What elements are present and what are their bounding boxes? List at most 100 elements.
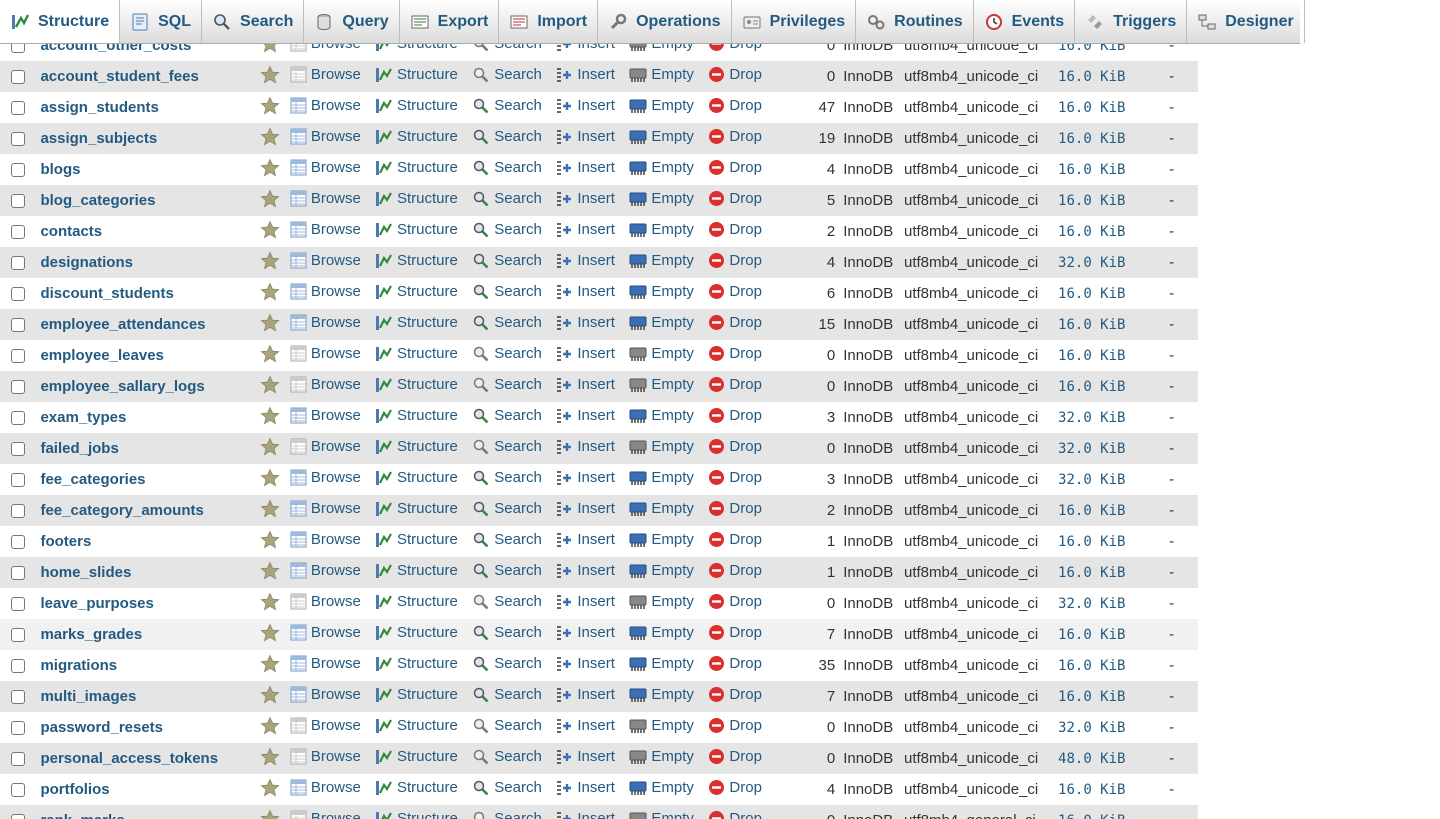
structure-link[interactable]: Structure [375,531,458,549]
insert-link[interactable]: Insert [555,624,615,642]
row-checkbox[interactable] [11,751,25,766]
structure-link[interactable]: Structure [375,593,458,611]
search-link[interactable]: Search [472,407,542,425]
star-icon[interactable] [259,654,280,674]
table-row[interactable]: marks_grades Browse Structure Search Insert E… [0,619,1198,650]
empty-link[interactable]: Empty [629,469,694,487]
search-link[interactable]: Search [472,469,542,487]
row-checkbox[interactable] [11,782,25,797]
empty-link[interactable]: Empty [629,221,694,239]
empty-link[interactable]: Empty [629,810,694,819]
empty-link[interactable]: Empty [629,97,694,115]
row-checkbox[interactable] [11,503,25,518]
empty-link[interactable]: Empty [629,593,694,611]
row-checkbox[interactable] [11,627,25,642]
insert-link[interactable]: Insert [555,810,615,819]
empty-link[interactable]: Empty [629,779,694,797]
browse-link[interactable]: Browse [290,66,361,83]
insert-link[interactable]: Insert [555,779,615,797]
table-name-link[interactable]: marks_grades [34,619,249,650]
insert-link[interactable]: Insert [555,748,615,766]
empty-link[interactable]: Empty [629,128,694,146]
table-name-link[interactable]: fee_categories [34,464,249,495]
table-name-link[interactable]: employee_sallary_logs [34,371,249,402]
drop-link[interactable]: Drop [708,810,762,819]
browse-link[interactable]: Browse [290,407,361,424]
row-checkbox[interactable] [11,193,25,208]
row-checkbox[interactable] [11,317,25,332]
search-link[interactable]: Search [472,66,542,84]
star-icon[interactable] [259,189,280,209]
star-icon[interactable] [259,406,280,426]
browse-link[interactable]: Browse [290,438,361,455]
search-link[interactable]: Search [472,345,542,363]
search-link[interactable]: Search [472,717,542,735]
row-checkbox[interactable] [11,410,25,425]
empty-link[interactable]: Empty [629,624,694,642]
drop-link[interactable]: Drop [708,128,762,145]
tab-sql[interactable]: SQL [120,0,203,43]
table-name-link[interactable]: blogs [34,154,249,185]
row-checkbox[interactable] [11,131,25,146]
star-icon[interactable] [259,561,280,581]
star-icon[interactable] [259,313,280,333]
browse-link[interactable]: Browse [290,97,361,114]
table-row[interactable]: exam_types Browse Structure Search Insert Emp… [0,402,1198,433]
drop-link[interactable]: Drop [708,252,762,269]
empty-link[interactable]: Empty [629,345,694,363]
search-link[interactable]: Search [472,686,542,704]
row-checkbox[interactable] [11,689,25,704]
star-icon[interactable] [259,96,280,116]
structure-link[interactable]: Structure [375,345,458,363]
drop-link[interactable]: Drop [708,314,762,331]
table-name-link[interactable]: account_student_fees [34,61,249,92]
structure-link[interactable]: Structure [375,438,458,456]
star-icon[interactable] [259,437,280,457]
browse-link[interactable]: Browse [290,345,361,362]
structure-link[interactable]: Structure [375,221,458,239]
empty-link[interactable]: Empty [629,438,694,456]
drop-link[interactable]: Drop [708,624,762,641]
row-checkbox[interactable] [11,255,25,270]
browse-link[interactable]: Browse [290,252,361,269]
drop-link[interactable]: Drop [708,562,762,579]
table-row[interactable]: footers Browse Structure Search Insert Empty D… [0,526,1198,557]
table-row[interactable]: assign_subjects Browse Structure Search Inse… [0,123,1198,154]
row-checkbox[interactable] [11,348,25,363]
tab-structure[interactable]: Structure [0,0,121,43]
insert-link[interactable]: Insert [555,655,615,673]
insert-link[interactable]: Insert [555,128,615,146]
browse-link[interactable]: Browse [290,717,361,734]
drop-link[interactable]: Drop [708,97,762,114]
structure-link[interactable]: Structure [375,66,458,84]
empty-link[interactable]: Empty [629,500,694,518]
table-row[interactable]: contacts Browse Structure Search Insert Empty… [0,216,1198,247]
browse-link[interactable]: Browse [290,283,361,300]
drop-link[interactable]: Drop [708,66,762,83]
star-icon[interactable] [259,623,280,643]
drop-link[interactable]: Drop [708,655,762,672]
tab-events[interactable]: Events [974,0,1076,43]
table-row[interactable]: personal_access_tokens Browse Structure Sea… [0,743,1198,774]
tab-query[interactable]: Query [304,0,400,43]
tab-routines[interactable]: Routines [856,0,974,43]
insert-link[interactable]: Insert [555,717,615,735]
browse-link[interactable]: Browse [290,562,361,579]
star-icon[interactable] [259,716,280,736]
tab-designer[interactable]: Designer [1187,0,1305,43]
table-name-link[interactable]: fee_category_amounts [34,495,249,526]
empty-link[interactable]: Empty [629,283,694,301]
table-row[interactable]: rank_marks Browse Structure Search Insert Emp… [0,805,1198,819]
table-name-link[interactable]: failed_jobs [34,433,249,464]
table-name-link[interactable]: footers [34,526,249,557]
table-name-link[interactable]: home_slides [34,557,249,588]
table-row[interactable]: discount_students Browse Structure Search In… [0,278,1198,309]
structure-link[interactable]: Structure [375,748,458,766]
table-row[interactable]: employee_sallary_logs Browse Structure Sear… [0,371,1198,402]
tab-import[interactable]: Import [499,0,599,43]
search-link[interactable]: Search [472,438,542,456]
star-icon[interactable] [259,127,280,147]
search-link[interactable]: Search [472,655,542,673]
table-name-link[interactable]: personal_access_tokens [34,743,249,774]
insert-link[interactable]: Insert [555,252,615,270]
